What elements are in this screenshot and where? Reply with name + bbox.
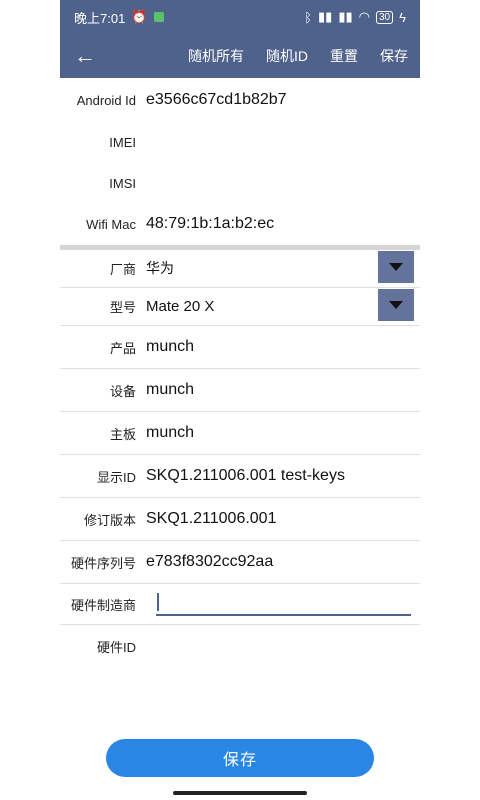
revision-value[interactable]: SKQ1.211006.001 — [146, 510, 420, 528]
display-id-value[interactable]: SKQ1.211006.001 test-keys — [146, 467, 420, 485]
save-button[interactable]: 保存 — [106, 739, 374, 777]
android-id-row[interactable]: Android Id e3566c67cd1b82b7 — [60, 80, 420, 120]
charging-icon: ϟ — [399, 9, 406, 25]
hw-id-row[interactable]: 硬件ID — [60, 626, 420, 666]
back-arrow-icon[interactable]: ← — [74, 43, 104, 69]
product-row[interactable]: 产品 munch — [60, 326, 420, 368]
bluetooth-icon: ᛒ — [304, 9, 313, 25]
wifi-icon: ◠ — [358, 9, 370, 24]
device-row[interactable]: 设备 munch — [60, 369, 420, 411]
revision-label: 修订版本 — [83, 512, 136, 528]
reset-button[interactable]: 重置 — [330, 46, 358, 66]
device-label: 设备 — [109, 383, 136, 399]
signal-icon-2: ▮▮ — [338, 9, 353, 24]
chevron-down-icon — [389, 301, 403, 309]
chevron-down-icon — [389, 263, 403, 271]
app-notification-icon — [153, 12, 164, 22]
board-label: 主板 — [109, 426, 136, 442]
divider — [60, 624, 420, 625]
random-id-button[interactable]: 随机ID — [266, 46, 308, 66]
status-time: 晚上7:01 — [74, 10, 126, 26]
imei-label: IMEI — [109, 134, 136, 150]
hw-manufacturer-label: 硬件制造商 — [70, 597, 136, 613]
model-label: 型号 — [109, 299, 136, 315]
home-indicator[interactable] — [173, 791, 307, 795]
imei-row[interactable]: IMEI — [60, 122, 420, 162]
status-bar: 晚上7:01 ⏰ ᛒ ▮▮ ▮▮ ◠ 30 ϟ — [60, 0, 420, 34]
model-row[interactable]: 型号 Mate 20 X — [60, 288, 420, 324]
battery-icon: 30 — [375, 10, 394, 24]
save-toolbar-button[interactable]: 保存 — [380, 46, 408, 66]
android-id-label: Android Id — [76, 92, 136, 108]
manufacturer-row[interactable]: 厂商 华为 — [60, 250, 420, 286]
hw-id-label: 硬件ID — [96, 639, 136, 655]
android-id-value[interactable]: e3566c67cd1b82b7 — [146, 91, 420, 109]
display-id-row[interactable]: 显示ID SKQ1.211006.001 test-keys — [60, 455, 420, 497]
randomize-all-button[interactable]: 随机所有 — [188, 46, 244, 66]
device-value[interactable]: munch — [146, 381, 420, 399]
alarm-icon: ⏰ — [131, 9, 148, 24]
screen: 晚上7:01 ⏰ ᛒ ▮▮ ▮▮ ◠ 30 ϟ ← 随机所有 随机ID 重置 保… — [60, 0, 420, 800]
imsi-label: IMSI — [109, 175, 136, 191]
serial-label: 硬件序列号 — [70, 555, 136, 571]
hw-manufacturer-row[interactable]: 硬件制造商 — [60, 584, 420, 624]
board-value[interactable]: munch — [146, 424, 420, 442]
serial-row[interactable]: 硬件序列号 e783f8302cc92aa — [60, 541, 420, 583]
wifi-mac-value[interactable]: 48:79:1b:1a:b2:ec — [146, 215, 420, 233]
serial-value[interactable]: e783f8302cc92aa — [146, 553, 420, 571]
revision-row[interactable]: 修订版本 SKQ1.211006.001 — [60, 498, 420, 540]
board-row[interactable]: 主板 munch — [60, 412, 420, 454]
top-toolbar: ← 随机所有 随机ID 重置 保存 — [60, 34, 420, 78]
text-cursor — [157, 593, 159, 611]
wifi-mac-row[interactable]: Wifi Mac 48:79:1b:1a:b2:ec — [60, 204, 420, 244]
signal-icon: ▮▮ — [318, 9, 333, 24]
display-id-label: 显示ID — [96, 469, 136, 485]
manufacturer-label: 厂商 — [109, 261, 136, 277]
product-value[interactable]: munch — [146, 338, 420, 356]
model-dropdown[interactable] — [378, 289, 414, 321]
imsi-row[interactable]: IMSI — [60, 163, 420, 203]
product-label: 产品 — [109, 340, 136, 356]
hw-manufacturer-underline — [156, 614, 411, 616]
manufacturer-dropdown[interactable] — [378, 251, 414, 283]
wifi-mac-label: Wifi Mac — [86, 216, 136, 232]
